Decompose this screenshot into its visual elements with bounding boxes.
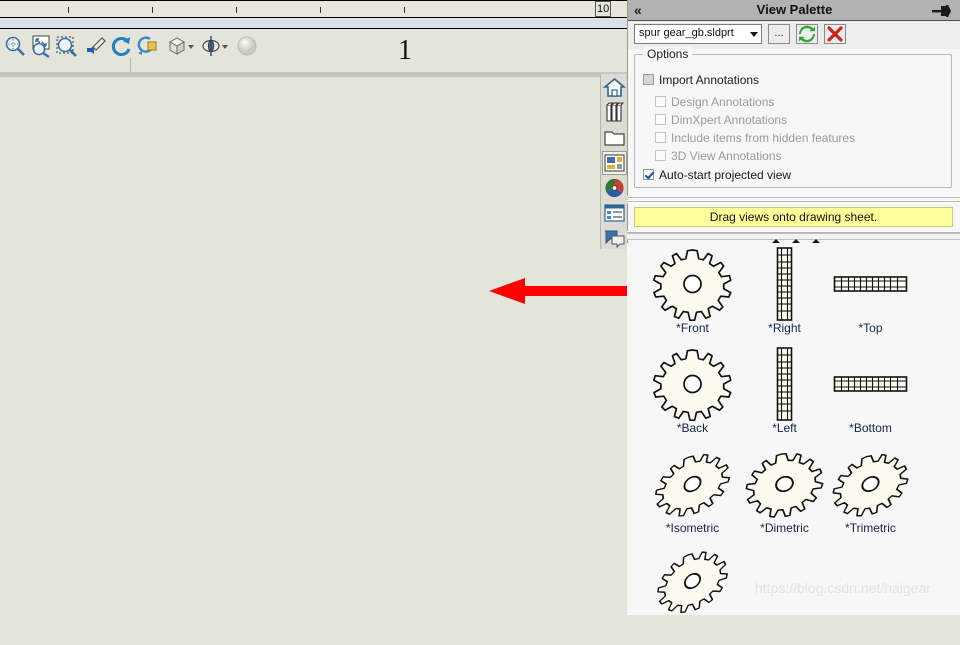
option-label: 3D View Annotations [671,149,782,163]
option-label: Include items from hidden features [671,131,856,145]
zoom-to-area-icon[interactable] [28,33,54,59]
checkbox-include-hidden-features [655,132,666,143]
chevron-down-icon [750,32,758,37]
zoom-to-fit-icon[interactable] [2,33,28,59]
zoom-in-out-icon[interactable] [54,33,80,59]
view-thumbnail-right[interactable]: *Right [737,245,832,345]
rotate-view-icon[interactable] [108,33,134,59]
view-thumbnail-isometric[interactable]: *Isometric [645,443,740,545]
browse-label: ... [774,27,784,39]
pan-icon[interactable] [134,33,160,59]
view-label: *Left [772,421,797,435]
document-name-text: spur gear_gb.sldprt [639,27,734,39]
pushpin-icon[interactable] [932,4,952,17]
gear-edge-vertical-icon [737,245,832,323]
gear-edge-horizontal-icon [823,345,918,423]
gear-iso-icon [645,443,740,527]
option-import-annotations[interactable]: Import Annotations [643,73,759,87]
view-thumbnail-trimetric[interactable]: *Trimetric [823,443,918,545]
view-palette-icon[interactable] [602,151,627,175]
option-dimxpert-annotations: DimXpert Annotations [655,113,787,127]
file-explorer-icon[interactable] [602,126,627,150]
appearances-icon[interactable] [602,176,627,200]
splitter-grip [772,230,780,243]
panel-title: View Palette [756,2,833,17]
view-toolbar[interactable] [0,30,627,98]
view-label: *Bottom [849,421,892,435]
view-thumbnail-extra[interactable] [645,540,740,645]
panel-splitter[interactable] [627,230,960,243]
horizontal-ruler[interactable]: 10 [0,0,627,18]
view-thumbnail-back[interactable]: *Back [645,345,740,445]
browse-button[interactable]: ... [768,24,790,44]
ruler-tick [152,7,153,13]
refresh-button[interactable] [796,24,818,44]
view-label: *Right [768,321,801,335]
view-label: *Trimetric [845,521,896,535]
document-selector-row: spur gear_gb.sldprt ... [628,21,960,49]
checkbox-import-annotations[interactable] [643,74,654,85]
option-label: Import Annotations [659,73,760,87]
options-legend-label: Options [643,47,693,61]
toolbar-top-band [0,19,627,29]
option-auto-start-projected-view[interactable]: Auto-start projected view [643,168,791,182]
drawing-area: 10 1 [0,0,660,615]
ruler-tick [236,7,237,13]
task-pane-icon-strip[interactable] [600,74,628,249]
design-library-icon[interactable] [602,101,627,125]
gear-edge-horizontal-icon [823,245,918,323]
view-thumbnail-front[interactable]: *Front [645,245,740,345]
gear-iso-icon [823,443,918,527]
option-label: Design Annotations [671,95,775,109]
view-label: *Back [676,421,709,435]
checkbox-dimxpert-annotations [655,114,666,125]
view-thumbnail-dimetric[interactable]: *Dimetric [737,445,832,545]
home-icon[interactable] [602,76,627,100]
checkbox-design-annotations [655,96,666,107]
view-label: *Isometric [665,521,720,535]
view-thumbnail-top[interactable]: *Top [823,245,918,345]
option-label: Auto-start projected view [659,168,792,182]
view-label: *Top [858,321,883,335]
document-dropdown[interactable]: spur gear_gb.sldprt [634,24,762,44]
ruler-tick [320,7,321,13]
appearance-sphere-icon[interactable] [234,33,260,59]
splitter-grip [812,230,820,243]
view-label: *Dimetric [760,521,809,535]
gear-iso-icon [737,445,832,525]
panel-titlebar: « View Palette [628,0,960,21]
ruler-tick [68,7,69,13]
view-label: *Front [676,321,709,335]
gear-face-icon [645,245,740,323]
sheet-number-label: 1 [398,35,412,66]
gear-iso-icon [645,540,740,624]
solidworks-forum-icon[interactable] [602,226,627,250]
ruler-tick [404,7,405,13]
gear-edge-vertical-icon [737,345,832,423]
option-label: DimXpert Annotations [671,113,788,127]
option-3d-view-annotations: 3D View Annotations [655,149,782,163]
custom-properties-icon[interactable] [602,201,627,225]
drawing-sheet-canvas[interactable] [0,77,627,615]
checkbox-auto-start-projected-view[interactable] [643,169,654,180]
options-group: Options Import Annotations Design Annota… [634,47,952,188]
view-orientation-dropdown-arrow[interactable] [186,33,196,59]
previous-view-icon[interactable] [82,33,108,59]
splitter-grip [792,230,800,243]
view-thumbnail-left[interactable]: *Left [737,345,832,445]
checkbox-3d-view-annotations [655,150,666,161]
ruler-label: 10 [597,3,610,15]
panel-separator [627,200,960,203]
watermark-text: https://blog.csdn.net/haigear [755,580,931,596]
option-design-annotations: Design Annotations [655,95,774,109]
drag-views-banner: Drag views onto drawing sheet. [634,207,953,227]
view-thumbnail-bottom[interactable]: *Bottom [823,345,918,445]
view-thumbnail-grid: *Front *Right *Top *Back *Left *Bottom *… [627,243,960,624]
panel-separator [627,196,960,199]
gear-face-icon [645,345,740,423]
close-button[interactable] [824,24,846,44]
display-style-dropdown-arrow[interactable] [220,33,230,59]
option-include-hidden-features: Include items from hidden features [655,131,855,145]
